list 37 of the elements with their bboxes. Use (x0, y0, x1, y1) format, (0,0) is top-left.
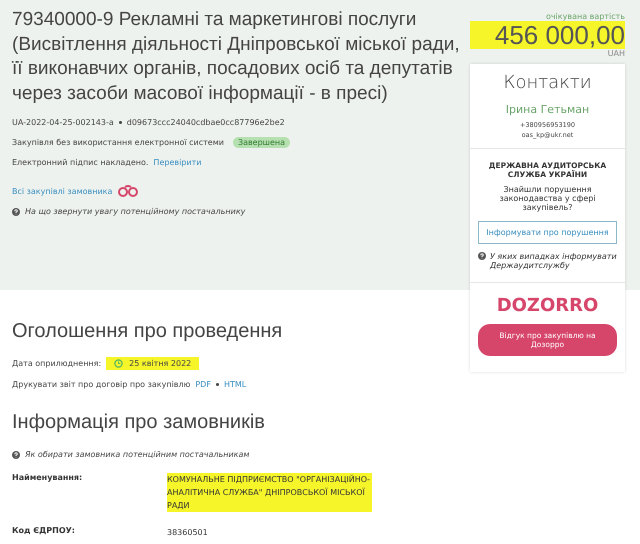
report-violation-button[interactable]: Інформувати про порушення (478, 221, 617, 244)
report-link[interactable]: HTML (224, 380, 246, 389)
help-icon (12, 450, 20, 458)
bullet-icon (118, 121, 122, 124)
signature-text: Електронний підпис накладено. (12, 158, 148, 167)
field-label: Найменування: (12, 473, 84, 484)
report-link[interactable]: PDF (195, 380, 211, 389)
help-icon (478, 252, 486, 260)
tender-hash: d09673ccc24040cdbae0cc87796e2be2 (126, 118, 285, 127)
value-label: очікувана вартість (544, 12, 625, 21)
contact-name: Ірина Гетьман (504, 103, 590, 116)
announcement-title: Оголошення про проведення (12, 320, 284, 343)
audit-question: Знайшли порушення законодавства у сфері закупівель? (498, 185, 597, 212)
dozorro-logo: DOZORRO (496, 295, 600, 316)
field-value: КОМУНАЛЬНЕ ПІДПРИЄМСТВО "ОРГАНІЗАЦІЙНО-АНАЛІТИЧНА СЛУЖБА" ДНІПРОВСЬКОЇ МІСЬКОЇ РАДИ (167, 473, 372, 512)
procurement-method: Закупівля без використання електронної системи (12, 138, 224, 147)
status-badge: Завершена (232, 137, 290, 148)
tender-id: UA-2022-04-25-002143-a (12, 118, 114, 127)
currency-label: UAH (606, 49, 625, 58)
buyer-procurements-link[interactable]: Всі закупівлі замовника (12, 186, 112, 196)
tender-title: 79340000-9 Рекламні та маркетингові послуги (Висвітлення діяльності Дніпровської міської ради, її виконавчих органів, посадових осіб та депутатів через засоби масової інформації - в пресі) (12, 8, 461, 106)
publication-date: 25 квітня 2022 (106, 357, 200, 370)
buyers-title: Інформація про замовників (12, 411, 266, 434)
bullet-icon (216, 383, 219, 386)
help-icon (12, 208, 20, 216)
clock-icon (114, 359, 124, 368)
field-value: 38360501 (167, 527, 208, 539)
print-label: Друкувати звіт про договір про закупівлю (12, 380, 190, 389)
hint-text: На що звернути увагу потенційному постачальнику (25, 207, 246, 216)
verify-link[interactable]: Перевірити (153, 158, 202, 167)
field-label: Код ЄДРПОУ: (12, 526, 76, 537)
expected-value: 456 000,00 (470, 21, 625, 49)
contacts-title: Контакти (502, 72, 593, 93)
handcuffs-icon (117, 185, 140, 197)
date-label: Дата оприлюднення: (12, 359, 102, 368)
hint-text: Як обирати замовника потенційним постачальникам (25, 450, 250, 459)
audit-hint: У яких випадках інформувати Держаудитслужбу (490, 252, 617, 270)
